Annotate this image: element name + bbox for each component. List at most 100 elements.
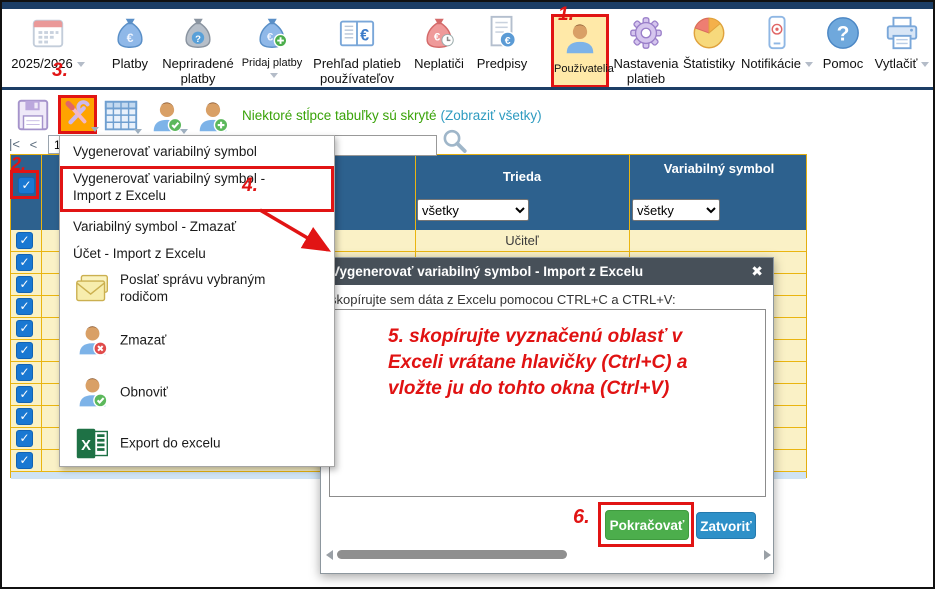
chevron-down-icon: [921, 62, 929, 67]
excel-paste-area[interactable]: 5. skopírujte vyznačenú oblasť v Exceli …: [329, 309, 766, 497]
select-all-checkbox[interactable]: ✓: [18, 177, 35, 194]
menu-item-restore[interactable]: Obnoviť: [60, 371, 334, 415]
svg-text:€: €: [434, 32, 441, 44]
scroll-left-icon[interactable]: [326, 550, 333, 560]
toolbar-item-school-year[interactable]: 2025/2026: [4, 14, 92, 88]
chevron-down-icon: [180, 129, 188, 134]
svg-text:X: X: [81, 438, 91, 454]
person-x-icon: [74, 322, 111, 359]
variable-symbol-filter-select[interactable]: všetky: [632, 199, 720, 221]
toolbar-item-vytlacit[interactable]: Vytlačiť: [870, 14, 934, 88]
status-text: Niektoré stĺpce tabuľky sú skryté: [242, 108, 437, 123]
row-checkbox[interactable]: ✓: [16, 320, 33, 337]
toolbar-item-label: Nastavenia platieb: [613, 57, 679, 86]
book-euro-icon: €: [310, 14, 404, 56]
calendar-icon: [4, 14, 92, 56]
show-all-columns-link[interactable]: (Zobraziť všetky): [441, 108, 542, 123]
column-header-variable-symbol: Variabilný symbol: [659, 161, 779, 177]
dialog-title: Vygenerovať variabilný symbol - Import z…: [321, 258, 773, 285]
hidden-columns-status: Niektoré stĺpce tabuľky sú skryté (Zobraz…: [242, 108, 542, 123]
person-icon: [554, 20, 606, 62]
piechart-icon: [681, 14, 737, 56]
chevron-down-icon: [77, 62, 85, 67]
menu-item-gen-vs-import[interactable]: Vygenerovať variabilný symbol - Import z…: [60, 171, 334, 205]
continue-button[interactable]: Pokračovať: [605, 510, 689, 540]
toolbar-item-nastavenia-platieb[interactable]: Nastavenia platieb: [613, 14, 679, 88]
row-checkbox[interactable]: ✓: [16, 254, 33, 271]
menu-item-vs-delete[interactable]: Variabilný symbol - Zmazať: [60, 219, 334, 236]
toolbar-item-predpisy[interactable]: € Predpisy: [474, 14, 530, 88]
svg-text:€: €: [267, 32, 274, 44]
annotation-step6: 6.: [573, 506, 590, 529]
toolbar-item-label: Platby: [102, 57, 158, 72]
toolbar-item-pridaj-platby[interactable]: €Pridaj platby: [236, 14, 308, 88]
row-checkbox[interactable]: ✓: [16, 430, 33, 447]
save-button[interactable]: [14, 96, 52, 134]
document-euro-icon: €: [474, 14, 530, 56]
top-border-bar: [2, 2, 933, 9]
menu-item-send-message[interactable]: Poslať správu vybraným rodičom: [60, 267, 334, 311]
row-checkbox[interactable]: ✓: [16, 276, 33, 293]
svg-text:€: €: [360, 27, 369, 45]
question-circle-icon: ?: [818, 14, 868, 56]
class-filter-select[interactable]: všetky: [417, 199, 529, 221]
toolbar-item-label: Neplatiči: [408, 57, 470, 72]
svg-text:€: €: [505, 36, 511, 47]
phone-notification-icon: [741, 14, 813, 56]
person-check-icon: [74, 374, 111, 411]
toolbar-item-pomoc[interactable]: ?Pomoc: [818, 14, 868, 88]
toolbar-item-label: Prehľad platieb používateľov: [310, 57, 404, 86]
toolbar-item-label: 2025/2026: [4, 57, 92, 72]
toolbar-divider: [2, 87, 933, 90]
menu-item-account-import[interactable]: Účet - Import z Excelu: [60, 246, 334, 263]
close-button[interactable]: Zatvoriť: [696, 512, 756, 539]
toolbar-item-neplatici[interactable]: € Neplatiči: [408, 14, 470, 88]
close-icon[interactable]: ✖: [751, 258, 763, 285]
horizontal-scrollbar[interactable]: [337, 550, 567, 559]
row-checkbox[interactable]: ✓: [16, 452, 33, 469]
scroll-right-icon[interactable]: [764, 550, 771, 560]
toolbar-item-prehlad-platieb[interactable]: € Prehľad platieb používateľov: [310, 14, 404, 88]
menu-item-label: Export do excelu: [120, 436, 221, 453]
menu-item-label: Zmazať: [120, 333, 166, 350]
column-header-class: Trieda: [415, 169, 629, 185]
toolbar-item-label: Nepriradené platby: [162, 57, 234, 86]
row-checkbox[interactable]: ✓: [16, 298, 33, 315]
menu-item-gen-vs[interactable]: Vygenerovať variabilný symbol: [60, 144, 334, 161]
toolbar-item-platby[interactable]: € Platby: [102, 14, 158, 88]
row-checkbox[interactable]: ✓: [16, 232, 33, 249]
annotation-step3: 3.: [52, 60, 68, 82]
row-checkbox[interactable]: ✓: [16, 342, 33, 359]
toolbar-item-statistiky[interactable]: Štatistiky: [681, 14, 737, 88]
printer-icon: [870, 14, 934, 56]
moneybag-clock-icon: €: [408, 14, 470, 56]
toolbar-item-notifikacie[interactable]: Notifikácie: [741, 14, 813, 88]
chevron-down-icon: [134, 129, 142, 134]
row-checkbox[interactable]: ✓: [16, 364, 33, 381]
toolbar-item-nepriradene-platby[interactable]: ? Nepriradené platby: [162, 14, 234, 88]
svg-text:€: €: [127, 31, 134, 45]
menu-item-delete[interactable]: Zmazať: [60, 319, 334, 363]
row-checkbox[interactable]: ✓: [16, 408, 33, 425]
row-checkbox[interactable]: ✓: [16, 386, 33, 403]
tools-dropdown-menu: Vygenerovať variabilný symbol Vygenerovať…: [59, 135, 335, 467]
menu-item-export-excel[interactable]: X Export do excelu: [60, 422, 334, 466]
first-page-button[interactable]: |<: [9, 137, 20, 152]
chevron-down-icon: [270, 73, 278, 78]
excel-icon: X: [74, 425, 111, 462]
toolbar-item-label: Predpisy: [474, 57, 530, 72]
group-row-label: Učiteľ: [415, 233, 629, 248]
prev-page-button[interactable]: <: [30, 137, 38, 152]
toolbar-item-label: Používatelia: [554, 63, 606, 75]
moneybag-question-icon: ?: [162, 14, 234, 56]
dialog-instruction: skopírujte sem dáta z Excelu pomocou CTR…: [330, 292, 676, 307]
svg-text:?: ?: [195, 34, 201, 45]
add-user-button[interactable]: [194, 98, 232, 136]
app-window: 2025/2026 € Platby? Nepriradené platby€Prid…: [0, 0, 935, 589]
menu-item-label: Poslať správu vybraným rodičom: [120, 272, 265, 306]
moneybag-plus-icon: €: [236, 14, 308, 56]
toolbar-item-label: Pomoc: [818, 57, 868, 72]
search-icon[interactable]: [440, 127, 470, 157]
chevron-down-icon: [805, 62, 813, 67]
tools-icon: [62, 117, 93, 134]
